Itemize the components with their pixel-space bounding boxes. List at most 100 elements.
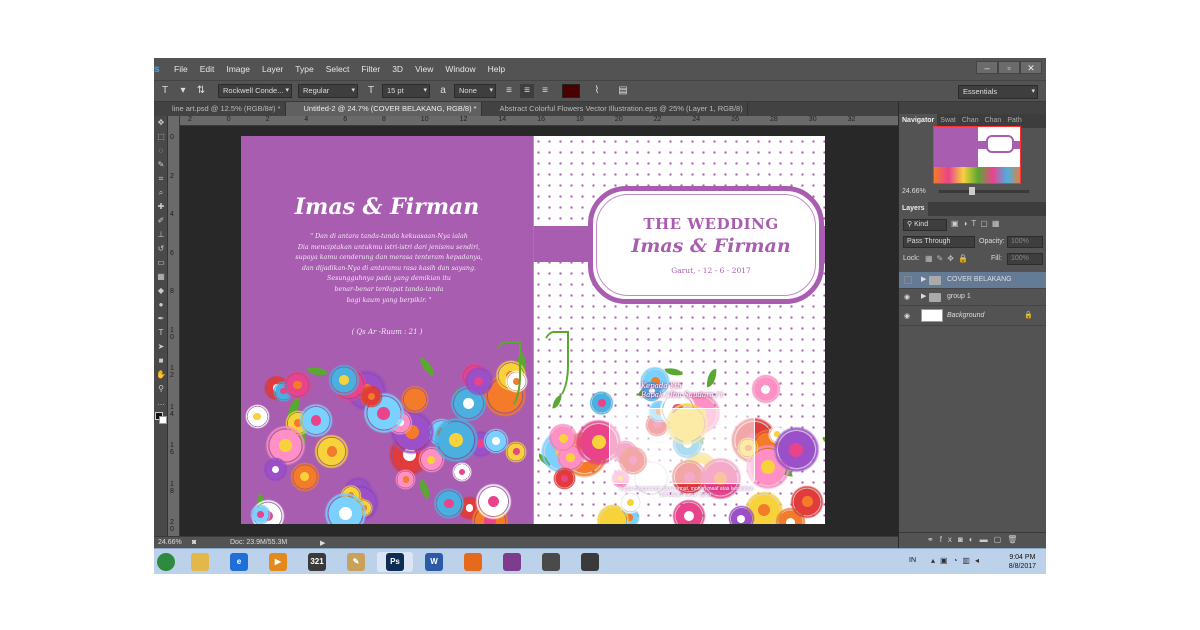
menu-filter[interactable]: Filter bbox=[355, 64, 386, 74]
navigator-zoom-slider[interactable] bbox=[939, 187, 1029, 195]
tab-navigator[interactable]: Navigator bbox=[899, 114, 938, 128]
minimize-button[interactable]: – bbox=[976, 61, 998, 74]
zoom-level[interactable]: 24.66% bbox=[158, 539, 192, 546]
tab-line-art[interactable]: line art.psd @ 12.5% (RGB/8#) * bbox=[154, 102, 286, 116]
321-player-taskbar-button[interactable]: 321 bbox=[299, 552, 335, 572]
menu-3d[interactable]: 3D bbox=[386, 64, 409, 74]
explorer-taskbar-button[interactable] bbox=[182, 552, 218, 572]
layer-row-background[interactable]: ◉ Background 🔒 bbox=[899, 306, 1046, 326]
photoshop-taskbar-button[interactable]: Ps bbox=[377, 552, 413, 572]
lock-icons[interactable]: ▦✎✥🔒 bbox=[925, 254, 972, 263]
adjustment-icon[interactable]: ◐ bbox=[969, 535, 980, 544]
font-size-select[interactable]: 15 pt bbox=[382, 84, 430, 98]
font-style-select[interactable]: Regular bbox=[298, 84, 358, 98]
tab-untitled-2[interactable]: Untitled-2 @ 24.7% (COVER BELAKANG, RGB/… bbox=[285, 102, 482, 116]
document-canvas[interactable]: Imas & Firman " Dan di antara tanda-tand… bbox=[241, 136, 825, 524]
text-orientation-icon[interactable]: ⇅ bbox=[194, 84, 208, 98]
chevron-right-icon[interactable]: ▶ bbox=[921, 292, 926, 300]
gradient-tool-icon[interactable]: ▦ bbox=[154, 270, 168, 284]
menu-file[interactable]: File bbox=[168, 64, 194, 74]
center-guide-line[interactable] bbox=[533, 136, 534, 524]
blur-tool-icon[interactable]: ◆ bbox=[154, 284, 168, 298]
filter-kind-select[interactable]: ⚲ Kind bbox=[903, 219, 947, 231]
workspace-select[interactable]: Essentials bbox=[958, 85, 1038, 99]
menu-edit[interactable]: Edit bbox=[194, 64, 221, 74]
eye-icon[interactable]: ◉ bbox=[904, 312, 914, 320]
zoom-tool-icon[interactable]: ⚲ bbox=[154, 382, 168, 396]
link-icon[interactable]: ⚭ bbox=[927, 535, 940, 544]
fill-input[interactable]: 100% bbox=[1007, 253, 1043, 265]
language-indicator[interactable]: IN bbox=[909, 557, 916, 564]
firefox-taskbar-button[interactable] bbox=[455, 552, 491, 572]
menu-window[interactable]: Window bbox=[439, 64, 481, 74]
align-right-icon[interactable]: ≡ bbox=[538, 84, 552, 98]
opacity-input[interactable]: 100% bbox=[1007, 236, 1043, 248]
brush-tool-icon[interactable]: ✐ bbox=[154, 214, 168, 228]
restore-button[interactable]: ▫ bbox=[998, 61, 1020, 74]
character-panel-icon[interactable]: ▤ bbox=[616, 84, 630, 98]
crop-tool-icon[interactable]: ⌗ bbox=[154, 172, 168, 186]
status-info-icon[interactable]: ◙ bbox=[192, 539, 202, 546]
menu-view[interactable]: View bbox=[409, 64, 439, 74]
winrar-taskbar-button[interactable] bbox=[494, 552, 530, 572]
menu-layer[interactable]: Layer bbox=[256, 64, 289, 74]
warp-text-icon[interactable]: ⌇ bbox=[590, 84, 604, 98]
layer-row-cover-belakang[interactable]: ▶ COVER BELAKANG bbox=[899, 272, 1046, 289]
type-tool-icon-side[interactable]: T bbox=[154, 326, 168, 340]
align-center-icon[interactable]: ≡ bbox=[520, 84, 534, 98]
eye-icon[interactable]: ◉ bbox=[904, 293, 914, 301]
tab-layers[interactable]: Layers bbox=[899, 202, 928, 216]
system-tray-icons[interactable]: ▴▣◔▥◂ bbox=[931, 556, 984, 565]
trash-icon[interactable]: 🗑 bbox=[1007, 535, 1023, 544]
text-color-swatch[interactable] bbox=[562, 84, 580, 98]
color-swatches-icon[interactable] bbox=[154, 410, 168, 424]
layer-filter-icons[interactable]: ▣◑T▢▦ bbox=[951, 219, 1003, 228]
fx-icon[interactable]: fx bbox=[940, 535, 958, 544]
healing-tool-icon[interactable]: ✚ bbox=[154, 200, 168, 214]
ie-taskbar-button[interactable]: e bbox=[221, 552, 257, 572]
menu-type[interactable]: Type bbox=[289, 64, 319, 74]
menu-select[interactable]: Select bbox=[320, 64, 356, 74]
tab-abstract-flowers[interactable]: Abstract Colorful Flowers Vector Illustr… bbox=[482, 102, 748, 116]
menu-image[interactable]: Image bbox=[220, 64, 256, 74]
pen-tool-icon[interactable]: ✒ bbox=[154, 312, 168, 326]
marquee-tool-icon[interactable]: ⬚ bbox=[154, 130, 168, 144]
shape-tool-icon[interactable]: ■ bbox=[154, 354, 168, 368]
history-brush-tool-icon[interactable]: ↺ bbox=[154, 242, 168, 256]
group-icon[interactable]: ▬ bbox=[980, 535, 994, 544]
menu-help[interactable]: Help bbox=[482, 64, 511, 74]
type-tool-icon[interactable]: T bbox=[158, 84, 172, 98]
layer-row-group-1[interactable]: ◉ ▶ group 1 bbox=[899, 289, 1046, 306]
stamp-tool-icon[interactable]: ⊥ bbox=[154, 228, 168, 242]
media-app-taskbar-button[interactable] bbox=[533, 552, 569, 572]
media-app-2-taskbar-button[interactable] bbox=[572, 552, 608, 572]
mask-icon[interactable]: ◙ bbox=[958, 535, 969, 544]
dodge-tool-icon[interactable]: ● bbox=[154, 298, 168, 312]
move-tool-icon[interactable]: ✥ bbox=[154, 116, 168, 130]
hand-tool-icon[interactable]: ✋ bbox=[154, 368, 168, 382]
close-button[interactable]: ✕ bbox=[1020, 61, 1042, 74]
status-arrow-icon[interactable]: ▶ bbox=[320, 539, 325, 547]
quick-select-tool-icon[interactable]: ✎ bbox=[154, 158, 168, 172]
more-tools-icon[interactable]: … bbox=[154, 396, 168, 410]
font-family-select[interactable]: Rockwell Conde... bbox=[218, 84, 292, 98]
canvas-area[interactable]: Imas & Firman " Dan di antara tanda-tand… bbox=[180, 126, 898, 536]
anti-alias-select[interactable]: None bbox=[454, 84, 496, 98]
chevron-right-icon[interactable]: ▶ bbox=[921, 275, 926, 283]
align-left-icon[interactable]: ≡ bbox=[502, 84, 516, 98]
media-player-taskbar-button[interactable]: ▶ bbox=[260, 552, 296, 572]
visibility-toggle[interactable] bbox=[904, 276, 912, 284]
start-orb-taskbar-button[interactable] bbox=[154, 552, 184, 572]
new-layer-icon[interactable]: ▢ bbox=[994, 535, 1008, 544]
pencil-app-taskbar-button[interactable]: ✎ bbox=[338, 552, 374, 572]
word-taskbar-button[interactable]: W bbox=[416, 552, 452, 572]
taskbar-clock[interactable]: 9:04 PM 8/8/2017 bbox=[1009, 553, 1036, 571]
tool-preset-chevron-icon[interactable]: ▾ bbox=[176, 84, 190, 98]
blend-mode-select[interactable]: Pass Through bbox=[903, 236, 975, 248]
navigator-zoom[interactable]: 24.66% bbox=[902, 188, 926, 195]
lasso-tool-icon[interactable]: ◌ bbox=[154, 144, 168, 158]
eyedropper-tool-icon[interactable]: ⌕ bbox=[154, 186, 168, 200]
eraser-tool-icon[interactable]: ▭ bbox=[154, 256, 168, 270]
navigator-preview[interactable] bbox=[933, 126, 1021, 184]
path-select-tool-icon[interactable]: ➤ bbox=[154, 340, 168, 354]
